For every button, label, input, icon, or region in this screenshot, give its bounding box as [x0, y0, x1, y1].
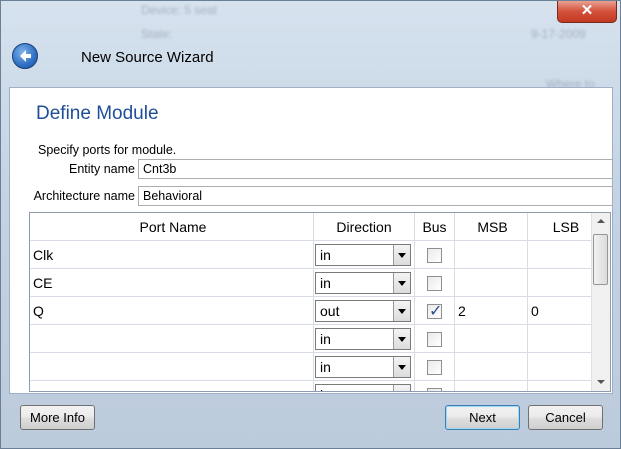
close-button[interactable]: ✕ [557, 1, 617, 23]
close-icon: ✕ [580, 2, 594, 19]
msb-cell[interactable]: 2 [454, 296, 528, 325]
architecture-name-label: Architecture name [33, 189, 135, 203]
bus-checkbox-checked[interactable] [427, 301, 442, 320]
port-name-cell[interactable]: Q [30, 296, 314, 325]
table-header-row: Port Name Direction Bus MSB LSB [30, 213, 602, 241]
direction-select[interactable]: in [315, 383, 411, 391]
ports-table: Port Name Direction Bus MSB LSB Clk in C… [29, 212, 611, 392]
instructions: Specify ports for module. [38, 143, 177, 157]
chevron-down-icon[interactable] [393, 328, 410, 349]
port-name-cell[interactable]: CE [30, 268, 314, 297]
column-header-direction[interactable]: Direction [313, 213, 415, 241]
direction-select[interactable]: in [315, 243, 411, 266]
chevron-down-icon[interactable] [393, 244, 410, 265]
entity-name-label: Entity name [68, 162, 135, 176]
bus-checkbox[interactable] [427, 331, 442, 347]
msb-cell[interactable] [454, 352, 528, 381]
cancel-button[interactable]: Cancel [528, 405, 603, 430]
direction-select[interactable]: in [315, 355, 411, 378]
table-row: in [30, 352, 602, 381]
architecture-name-field[interactable]: Behavioral [138, 186, 613, 206]
bus-checkbox[interactable] [427, 387, 442, 391]
back-button[interactable] [12, 43, 38, 69]
scroll-down-icon[interactable] [592, 374, 610, 391]
msb-cell[interactable] [454, 324, 528, 353]
chevron-down-icon[interactable] [393, 300, 410, 321]
chevron-down-icon[interactable] [393, 272, 410, 293]
background-window-text: Device: 5 seat State: 9-17-2009 Where to [141, 3, 595, 91]
chevron-down-icon[interactable] [393, 384, 410, 391]
port-name-cell[interactable] [30, 380, 314, 391]
port-name-cell[interactable]: Clk [30, 240, 314, 269]
wizard-window: Device: 5 seat State: 9-17-2009 Where to… [0, 0, 621, 449]
more-info-button[interactable]: More Info [20, 405, 95, 430]
column-header-msb[interactable]: MSB [454, 213, 528, 241]
back-arrow-icon [20, 50, 31, 62]
scroll-up-icon[interactable] [592, 213, 610, 230]
column-header-port-name[interactable]: Port Name [30, 213, 314, 241]
wizard-content: Define Module Specify ports for module. … [9, 87, 613, 394]
table-row: Q out 2 0 [30, 296, 602, 325]
table-row: in [30, 324, 602, 353]
scrollbar-thumb[interactable] [593, 234, 608, 285]
port-name-cell[interactable] [30, 352, 314, 381]
table-scrollbar[interactable] [591, 213, 610, 391]
msb-cell[interactable] [454, 240, 528, 269]
page-title: Define Module [36, 103, 159, 124]
chevron-down-icon[interactable] [393, 356, 410, 377]
table-row: Clk in [30, 240, 602, 269]
msb-cell[interactable] [454, 268, 528, 297]
direction-select[interactable]: in [315, 327, 411, 350]
next-button[interactable]: Next [445, 405, 520, 430]
entity-name-field[interactable]: Cnt3b [138, 159, 613, 179]
table-row: CE in [30, 268, 602, 297]
msb-cell[interactable] [454, 380, 528, 391]
bus-checkbox[interactable] [427, 275, 442, 291]
bus-checkbox[interactable] [427, 359, 442, 375]
port-name-cell[interactable] [30, 324, 314, 353]
table-row: in [30, 380, 602, 391]
direction-select[interactable]: out [315, 299, 411, 322]
window-title: New Source Wizard [81, 49, 214, 66]
bus-checkbox[interactable] [427, 247, 442, 263]
direction-select[interactable]: in [315, 271, 411, 294]
column-header-bus[interactable]: Bus [414, 213, 455, 241]
